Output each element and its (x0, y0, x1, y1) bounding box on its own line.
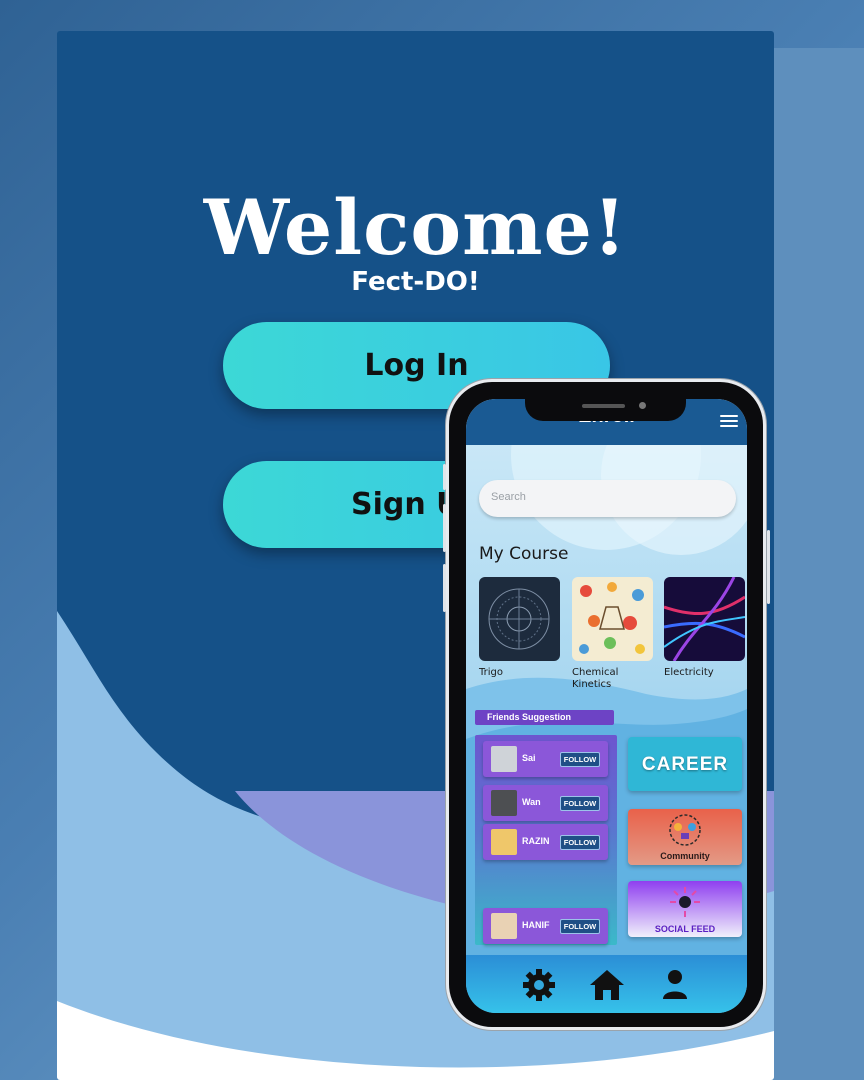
home-icon[interactable] (588, 967, 626, 1003)
course-electricity-image[interactable] (664, 577, 745, 661)
career-label: CAREER (641, 754, 729, 775)
friend-card: HANIF FOLLOW (483, 908, 608, 944)
friend-card: Wan FOLLOW (483, 785, 608, 821)
community-tile[interactable]: Community (628, 809, 742, 865)
community-icon (669, 814, 701, 846)
course-chemical-kinetics-label: Chemical Kinetics (572, 667, 619, 690)
friend-name: RAZIN (522, 836, 550, 846)
mockup-canvas: Welcome! Fect-DO! Log In Sign Up Enroll … (0, 0, 864, 1080)
social-feed-label: SOCIAL FEED (654, 924, 716, 934)
friend-card: Sai FOLLOW (483, 741, 608, 777)
electricity-lightning-icon (664, 577, 745, 661)
course-trigo-image[interactable] (479, 577, 560, 661)
phone-notch (525, 396, 686, 421)
my-course-heading: My Course (479, 544, 569, 564)
phone-camera (639, 402, 646, 409)
friend-name: Wan (522, 797, 541, 807)
menu-icon[interactable] (720, 415, 738, 428)
follow-button[interactable]: FOLLOW (560, 835, 600, 850)
chemistry-flask-icon (579, 582, 645, 654)
phone-mockup: Enroll Search My Course (443, 379, 770, 1030)
follow-button[interactable]: FOLLOW (560, 919, 600, 934)
social-feed-icon (670, 887, 700, 917)
gear-icon[interactable] (521, 967, 557, 1003)
career-tile[interactable]: CAREER (628, 737, 742, 791)
phone-mute-switch (443, 464, 446, 490)
phone-volume-up (443, 504, 446, 552)
avatar (491, 913, 517, 939)
user-icon[interactable] (661, 967, 689, 1001)
follow-button[interactable]: FOLLOW (560, 752, 600, 767)
social-feed-tile[interactable]: SOCIAL FEED (628, 881, 742, 937)
phone-power-button (767, 530, 770, 604)
phone-volume-down (443, 564, 446, 612)
search-input[interactable]: Search (479, 480, 736, 517)
community-label: Community (660, 851, 710, 861)
friend-name: Sai (522, 753, 536, 763)
avatar (491, 829, 517, 855)
trig-circle-icon (488, 588, 550, 650)
welcome-title: Welcome! (203, 183, 628, 272)
avatar (491, 746, 517, 772)
friend-name: HANIF (522, 920, 550, 930)
phone-speaker (582, 404, 625, 408)
course-electricity-label: Electricity (664, 667, 714, 678)
phone-screen: Enroll Search My Course (466, 399, 747, 1013)
friends-suggestion-title: Friends Suggestion (475, 710, 614, 725)
avatar (491, 790, 517, 816)
friend-card: RAZIN FOLLOW (483, 824, 608, 860)
app-name: Fect-DO! (351, 267, 480, 297)
bottom-nav (466, 955, 747, 1013)
course-trigo-label: Trigo (479, 667, 503, 678)
follow-button[interactable]: FOLLOW (560, 796, 600, 811)
course-chemical-kinetics-image[interactable] (572, 577, 653, 661)
